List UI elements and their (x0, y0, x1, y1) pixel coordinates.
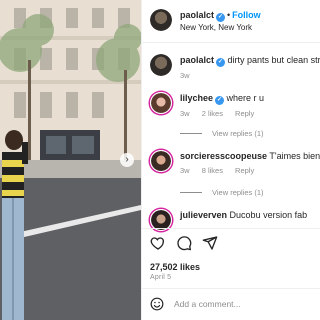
caption-text: dirty pants but clean streets (227, 55, 320, 65)
comment-icon[interactable] (176, 235, 192, 251)
reply-button[interactable]: Reply (235, 166, 254, 175)
comment-likes[interactable]: 8 likes (202, 166, 223, 175)
comment-username[interactable]: julieverven (180, 210, 227, 220)
chevron-right-icon[interactable]: › (120, 153, 134, 167)
divider (142, 288, 320, 289)
caption-username[interactable]: paolalct (180, 55, 214, 65)
share-icon[interactable] (202, 235, 218, 251)
comment-item: sorcieresscoopeuse T'aimes bien ? 3w 8 l… (150, 150, 320, 176)
comment-text: T'aimes bien ? (269, 151, 320, 161)
view-replies-label: View replies (1) (212, 129, 264, 138)
post-side-panel: paolalct ✓ • Follow New York, New York paol… (142, 0, 320, 320)
comment-time[interactable]: 3w (180, 109, 190, 118)
follow-button[interactable]: Follow (232, 10, 261, 20)
divider (142, 228, 320, 229)
post-actions (150, 235, 218, 251)
add-comment-input[interactable]: Add a comment... (174, 299, 241, 309)
comment-likes[interactable]: 2 likes (202, 109, 223, 118)
author-username[interactable]: paolalct (180, 10, 214, 20)
comment-text: where r u (226, 93, 265, 103)
comment-username[interactable]: lilychee (180, 93, 213, 103)
comment-time[interactable]: 3w (180, 166, 190, 175)
view-replies-button[interactable]: View replies (1) (180, 188, 264, 197)
divider (142, 42, 320, 43)
verified-badge-icon: ✓ (216, 13, 226, 22)
heart-icon[interactable] (150, 235, 166, 251)
separator-dot: • (227, 10, 231, 20)
comment-text: Ducobu version fab (229, 210, 308, 220)
comment-username[interactable]: sorcieresscoopeuse (180, 151, 267, 161)
avatar[interactable] (150, 150, 172, 172)
verified-badge-icon: ✓ (216, 58, 226, 67)
divider (180, 133, 202, 134)
view-replies-button[interactable]: View replies (1) (180, 129, 264, 138)
reply-button[interactable]: Reply (235, 109, 254, 118)
view-replies-label: View replies (1) (212, 188, 264, 197)
post-photo: › (0, 0, 141, 320)
post-date[interactable]: April 5 (150, 274, 171, 281)
likes-count[interactable]: 27,502 likes (150, 262, 200, 272)
verified-badge-icon: ✓ (215, 96, 225, 105)
comment-item: lilychee ✓ where r u 3w 2 likes Reply (150, 92, 320, 119)
emoji-icon[interactable] (150, 297, 164, 311)
divider (180, 192, 202, 193)
caption: paolalct✓ dirty pants but clean streets … (150, 54, 320, 81)
avatar[interactable] (150, 54, 172, 76)
add-comment-bar: Add a comment... (150, 297, 241, 311)
post-header: paolalct ✓ • Follow New York, New York (150, 9, 320, 33)
avatar[interactable] (150, 9, 172, 31)
avatar[interactable] (150, 92, 172, 114)
post-location[interactable]: New York, New York (180, 22, 261, 33)
caption-time[interactable]: 3w (180, 71, 190, 80)
